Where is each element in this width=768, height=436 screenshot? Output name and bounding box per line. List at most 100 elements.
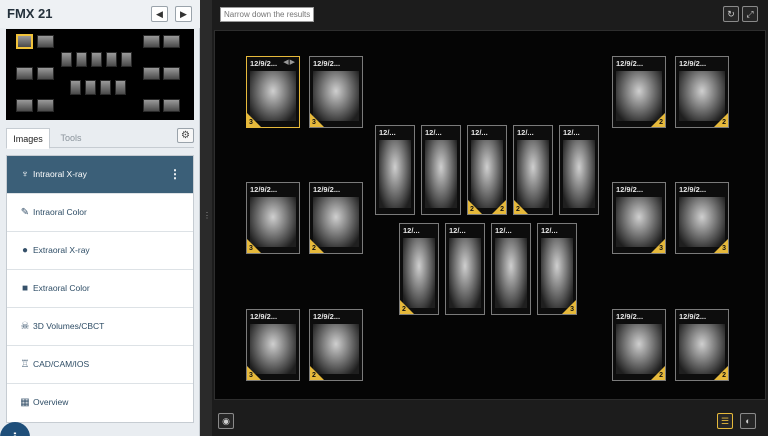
tool-icon: ✎	[20, 207, 30, 218]
count-badge-label: 3	[312, 119, 316, 126]
kebab-menu-icon[interactable]: ⋮	[169, 167, 181, 181]
menu-item-label: Intraoral X-ray	[33, 169, 87, 179]
drag-handle-icon[interactable]: ⋮	[203, 208, 211, 224]
overview-thumb[interactable]	[163, 99, 180, 112]
xray-tile[interactable]: 12/9/2... 3	[246, 309, 300, 381]
xray-tile[interactable]: 12/9/2... 3	[675, 182, 729, 254]
adjust-button[interactable]: ☰	[717, 413, 733, 429]
panel-splitter[interactable]: ⋮	[200, 0, 212, 436]
overview-thumb[interactable]	[143, 67, 160, 80]
overview-thumb[interactable]	[16, 34, 33, 49]
refresh-button[interactable]: ↻	[723, 6, 739, 22]
xray-tile[interactable]: 12/9/2... 3	[309, 56, 363, 128]
xray-image	[425, 140, 457, 208]
previous-button[interactable]: ◀	[151, 6, 168, 22]
contrast-icon: ◐	[745, 416, 751, 426]
overview-thumb[interactable]	[70, 80, 81, 95]
overview-thumb[interactable]	[143, 99, 160, 112]
count-badge-label: 2	[659, 372, 663, 379]
gear-icon: ⚙	[181, 130, 190, 141]
xray-tile[interactable]: 12/9/2... 3	[612, 182, 666, 254]
visibility-button[interactable]: ◉	[218, 413, 234, 429]
xray-tile[interactable]: 12/9/2... 2	[612, 56, 666, 128]
menu-item-intraoral-color[interactable]: ✎ Intraoral Color	[7, 194, 193, 232]
count-badge-label: 2	[659, 119, 663, 126]
menu-item-extraoral-color[interactable]: ■ Extraoral Color	[7, 270, 193, 308]
overview-thumb[interactable]	[37, 67, 54, 80]
contrast-button[interactable]: ◐	[740, 413, 756, 429]
image-navigation-icon[interactable]: ◀▶	[283, 58, 296, 66]
xray-image	[471, 140, 503, 208]
xray-image	[403, 238, 435, 308]
triangle-right-icon: ▶	[180, 9, 187, 19]
menu-item-3d-volumes[interactable]: ☠ 3D Volumes/CBCT	[7, 308, 193, 346]
overview-thumb[interactable]	[16, 99, 33, 112]
menu-item-intraoral-xray[interactable]: ♆ Intraoral X-ray ⋮	[7, 156, 193, 194]
xray-date: 12/...	[403, 226, 420, 235]
layout-overview-thumbnail[interactable]	[6, 29, 194, 120]
count-badge-label: 3	[570, 306, 574, 313]
settings-button[interactable]: ⚙	[177, 128, 194, 143]
tooth-icon: ♆	[21, 169, 29, 180]
xray-tile[interactable]: 12/...	[445, 223, 485, 315]
overview-thumb[interactable]	[115, 80, 126, 95]
fmx-layout-canvas: 12/9/2... ◀▶ 3 12/9/2... 3 12/9/2... 2 12/9/2..…	[214, 30, 766, 400]
xray-tile[interactable]: 12/9/2... 3	[246, 182, 300, 254]
overview-thumb[interactable]	[37, 35, 54, 48]
count-badge-label: 2	[500, 206, 504, 213]
overview-thumb[interactable]	[163, 35, 180, 48]
xray-tile[interactable]: 12/...	[375, 125, 415, 215]
xray-image	[541, 238, 573, 308]
count-badge-label: 2	[722, 372, 726, 379]
xray-tile[interactable]: 12/9/2... 2	[675, 309, 729, 381]
xray-tile[interactable]: 12/... 2 2	[467, 125, 507, 215]
xray-tile[interactable]: 12/... 2	[399, 223, 439, 315]
count-badge-label: 3	[249, 372, 253, 379]
overview-thumb[interactable]	[91, 52, 102, 67]
xray-date: 12/...	[563, 128, 580, 137]
main-viewer: ↻ ⤢ 12/9/2...◀▶312/9/2...312/9/2...212/9…	[212, 0, 768, 436]
xray-tile[interactable]: 12/... 3	[537, 223, 577, 315]
xray-tile[interactable]: 12/9/2... 2	[675, 56, 729, 128]
overview-thumb[interactable]	[100, 80, 111, 95]
refresh-icon: ↻	[727, 9, 735, 19]
tab-tools[interactable]: Tools	[50, 128, 92, 149]
xray-tile[interactable]: 12/...	[421, 125, 461, 215]
filter-input[interactable]	[220, 7, 314, 22]
xray-tile[interactable]: 12/9/2... 2	[309, 309, 363, 381]
overview-thumb[interactable]	[163, 67, 180, 80]
xray-date: 12/9/2...	[313, 312, 341, 321]
crown-icon: ♖	[20, 359, 30, 370]
xray-image	[517, 140, 549, 208]
xray-tile[interactable]: 12/9/2... 2	[309, 182, 363, 254]
overview-thumb[interactable]	[143, 35, 160, 48]
overview-thumb[interactable]	[76, 52, 87, 67]
overview-thumb[interactable]	[106, 52, 117, 67]
xray-tile[interactable]: 12/... 2	[513, 125, 553, 215]
xray-date: 12/...	[495, 226, 512, 235]
xray-tile[interactable]: 12/9/2... 2	[612, 309, 666, 381]
count-badge-label: 2	[312, 245, 316, 252]
xray-image	[563, 140, 595, 208]
overview-thumb[interactable]	[16, 67, 33, 80]
fullscreen-button[interactable]: ⤢	[742, 6, 758, 22]
overview-thumb[interactable]	[121, 52, 132, 67]
head-icon: ●	[21, 245, 29, 256]
overview-thumb[interactable]	[37, 99, 54, 112]
count-badge-label: 2	[402, 306, 406, 313]
overview-thumb[interactable]	[61, 52, 72, 67]
tab-images[interactable]: Images	[6, 128, 50, 149]
menu-item-label: Extraoral Color	[33, 283, 90, 293]
xray-tile[interactable]: 12/...	[559, 125, 599, 215]
menu-item-extraoral-xray[interactable]: ● Extraoral X-ray	[7, 232, 193, 270]
overview-thumb[interactable]	[85, 80, 96, 95]
menu-item-cad-cam-ios[interactable]: ♖ CAD/CAM/IOS	[7, 346, 193, 384]
xray-date: 12/9/2...	[616, 312, 644, 321]
xray-tile[interactable]: 12/...	[491, 223, 531, 315]
menu-item-overview[interactable]: ▦ Overview	[7, 384, 193, 422]
info-button[interactable]: i	[0, 422, 30, 436]
sliders-icon: ☰	[720, 416, 730, 426]
xray-tile[interactable]: 12/9/2... ◀▶ 3	[246, 56, 300, 128]
menu-item-label: Overview	[33, 397, 69, 407]
next-button[interactable]: ▶	[175, 6, 192, 22]
